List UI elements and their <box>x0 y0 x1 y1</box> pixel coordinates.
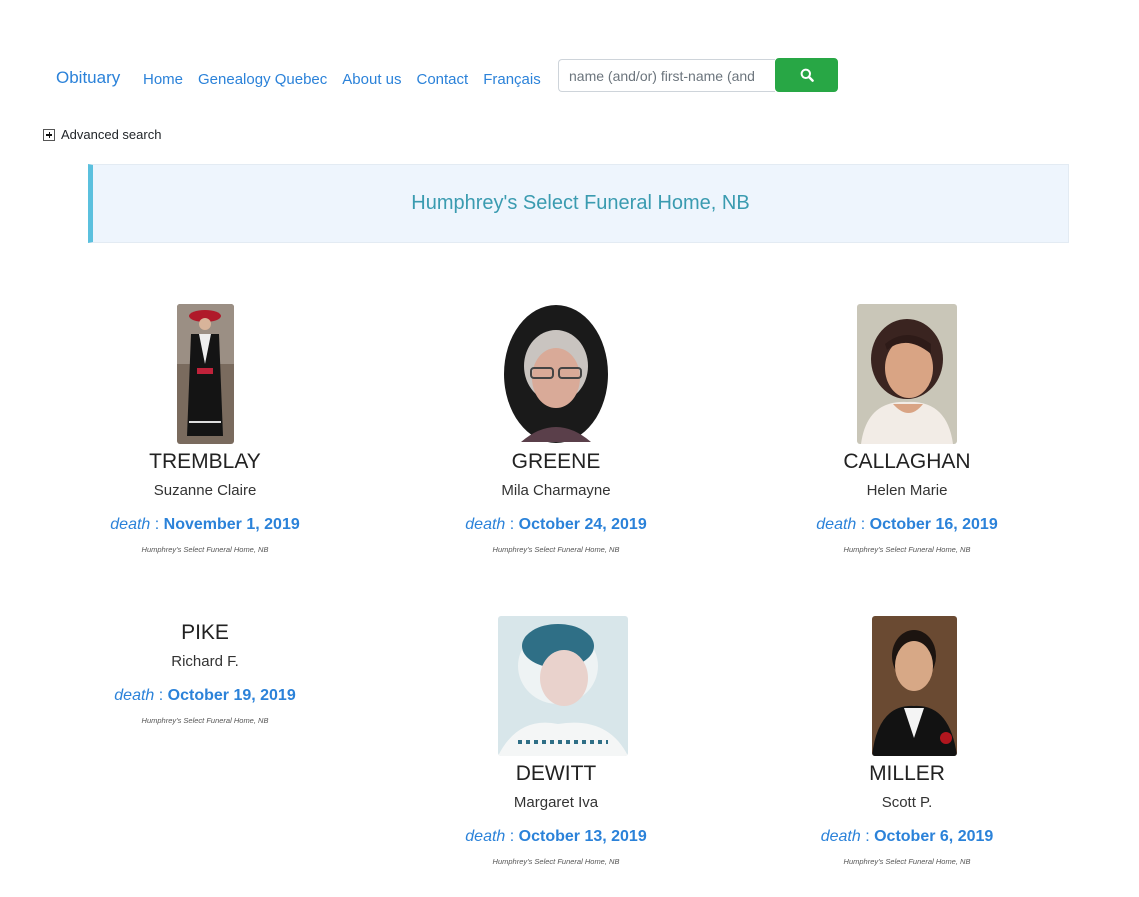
obituary-photo[interactable] <box>503 304 609 444</box>
obituary-card[interactable]: TREMBLAY Suzanne Claire death : November… <box>55 304 355 554</box>
advanced-search-toggle[interactable]: Advanced search <box>43 127 161 142</box>
nav-link-about-us[interactable]: About us <box>342 71 401 88</box>
plus-square-icon <box>43 128 55 141</box>
search-button[interactable] <box>775 58 838 92</box>
death-date: October 24, 2019 <box>518 516 647 533</box>
nav-link-francais[interactable]: Français <box>483 71 541 88</box>
death-label: death <box>465 516 506 533</box>
surname: GREENE <box>511 450 601 473</box>
obituary-photo[interactable] <box>176 304 234 444</box>
funeral-home-banner: Humphrey's Select Funeral Home, NB <box>88 164 1069 243</box>
death-date: October 19, 2019 <box>167 687 296 704</box>
obituary-card[interactable]: MILLER Scott P. death : October 6, 2019 … <box>757 616 1057 866</box>
given-names: Richard F. <box>171 653 239 670</box>
death-label: death <box>114 687 155 704</box>
surname: CALLAGHAN <box>843 450 971 473</box>
search-input[interactable] <box>558 59 775 92</box>
obituary-card[interactable]: PIKE Richard F. death : October 19, 2019… <box>55 622 355 725</box>
nav-link-home[interactable]: Home <box>143 71 183 88</box>
obituary-photo[interactable] <box>871 616 957 756</box>
death-line: death : October 13, 2019 <box>465 828 647 845</box>
death-date: October 16, 2019 <box>869 516 998 533</box>
funeral-home-name: Humphrey's Select Funeral Home, NB <box>492 857 620 866</box>
death-date: November 1, 2019 <box>163 516 300 533</box>
death-line: death : October 24, 2019 <box>465 516 647 533</box>
nav-link-genealogy-quebec[interactable]: Genealogy Quebec <box>198 71 327 88</box>
surname: TREMBLAY <box>149 450 261 473</box>
death-date: October 13, 2019 <box>518 828 647 845</box>
death-label: death <box>816 516 857 533</box>
obituary-card[interactable]: DEWITT Margaret Iva death : October 13, … <box>406 616 706 866</box>
advanced-search-label: Advanced search <box>61 127 162 142</box>
surname: PIKE <box>181 621 229 644</box>
given-names: Suzanne Claire <box>153 482 257 499</box>
death-line: death : November 1, 2019 <box>110 516 300 533</box>
death-label: death <box>465 828 506 845</box>
funeral-home-title: Humphrey's Select Funeral Home, NB <box>411 192 750 214</box>
main-nav: Home Genealogy Quebec About us Contact F… <box>143 71 556 88</box>
death-label: death <box>820 828 861 845</box>
nav-link-contact[interactable]: Contact <box>417 71 469 88</box>
given-names: Mila Charmayne <box>501 482 611 499</box>
death-label: death <box>110 516 151 533</box>
obituary-photo[interactable] <box>498 616 628 756</box>
surname: MILLER <box>869 762 945 785</box>
funeral-home-name: Humphrey's Select Funeral Home, NB <box>141 545 269 554</box>
funeral-home-name: Humphrey's Select Funeral Home, NB <box>843 545 971 554</box>
death-date: October 6, 2019 <box>874 828 994 845</box>
surname: DEWITT <box>515 762 597 785</box>
obituary-photo[interactable] <box>857 304 957 444</box>
funeral-home-name: Humphrey's Select Funeral Home, NB <box>843 857 971 866</box>
search-icon <box>800 68 814 82</box>
obituary-card[interactable]: CALLAGHAN Helen Marie death : October 16… <box>757 304 1057 554</box>
given-names: Margaret Iva <box>513 794 599 811</box>
given-names: Helen Marie <box>866 482 948 499</box>
brand-link[interactable]: Obituary <box>56 68 120 88</box>
funeral-home-name: Humphrey's Select Funeral Home, NB <box>141 716 269 725</box>
death-line: death : October 16, 2019 <box>816 516 998 533</box>
given-names: Scott P. <box>881 794 933 811</box>
death-line: death : October 6, 2019 <box>820 828 994 845</box>
obituary-card[interactable]: GREENE Mila Charmayne death : October 24… <box>406 304 706 554</box>
death-line: death : October 19, 2019 <box>114 687 296 704</box>
funeral-home-name: Humphrey's Select Funeral Home, NB <box>492 545 620 554</box>
